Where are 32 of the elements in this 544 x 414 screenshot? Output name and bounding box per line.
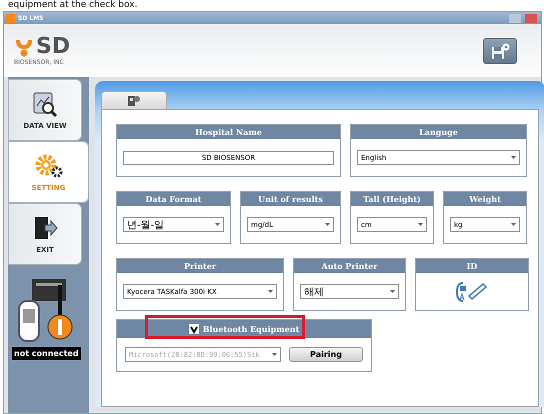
group-title: Bluetooth Equipment [202,323,300,336]
settings-tab[interactable] [101,91,167,109]
pairing-button[interactable]: Pairing [289,347,363,362]
group-title: Auto Printer [294,259,405,273]
dropdown-caret-icon [390,290,395,293]
group-title: Unit of results [241,192,340,206]
group-title: Weight [444,192,526,206]
dropdown-caret-icon [325,223,330,226]
dropdown-field[interactable]: 해제 [300,284,399,299]
device-icon [127,94,141,106]
dropdown-caret-icon [268,290,273,293]
dropdown-caret-icon [272,353,277,356]
logo-text: SD [36,36,70,58]
gears-icon [34,152,62,180]
caption-text: equipment at the check box. [8,0,138,11]
group-title: ID [416,259,528,273]
group-title: Printer [117,259,283,273]
group-title: Hospital Name [117,125,340,139]
save-settings-button[interactable] [483,38,517,64]
dropdown-field[interactable]: 년-월-일 [123,217,224,232]
dropdown-caret-icon [511,223,516,226]
dropdown-caret-icon [215,223,220,226]
id-card-pen-icon[interactable] [455,280,489,304]
group-title: Data Format [117,192,230,206]
connection-status: not connected [12,347,81,360]
group-title: Languge [351,125,526,139]
chart-magnifier-icon [31,90,59,118]
dropdown-caret-icon [511,156,516,159]
app-icon [6,14,15,22]
group-title: Tall (Height) [351,192,433,206]
dropdown-caret-icon [418,223,423,226]
checkbox[interactable] [188,324,199,334]
